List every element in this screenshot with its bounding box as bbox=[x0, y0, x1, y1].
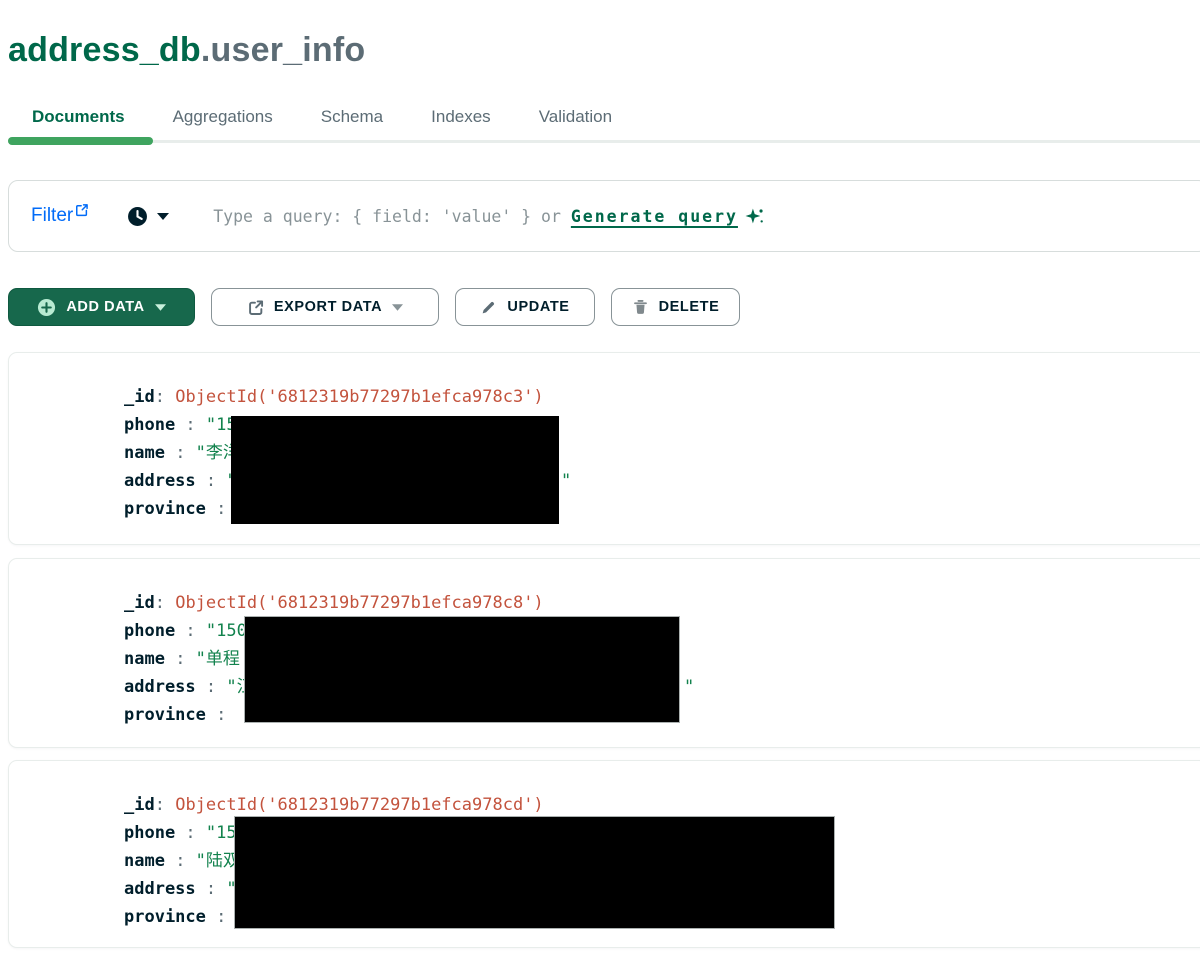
page-title: address_db.user_info bbox=[8, 31, 365, 70]
string-value: "150 bbox=[206, 621, 247, 641]
update-label: UPDATE bbox=[507, 299, 569, 315]
redaction-overlay bbox=[231, 416, 559, 524]
field-key: address bbox=[124, 879, 196, 899]
query-placeholder: Type a query: { field: 'value' } or bbox=[213, 207, 571, 226]
field-row-id: _id: ObjectId('6812319b77297b1efca978c3'… bbox=[124, 383, 1200, 411]
add-data-button[interactable]: ADD DATA bbox=[8, 288, 195, 326]
document-card[interactable]: _id: ObjectId('6812319b77297b1efca978c8'… bbox=[8, 558, 1200, 748]
field-key: phone bbox=[124, 823, 175, 843]
field-row-id: _id: ObjectId('6812319b77297b1efca978c8'… bbox=[124, 589, 1200, 617]
document-card[interactable]: _id: ObjectId('6812319b77297b1efca978cd'… bbox=[8, 760, 1200, 948]
caret-down-icon bbox=[392, 304, 403, 311]
field-key: province bbox=[124, 705, 206, 725]
sparkle-icon bbox=[745, 207, 764, 226]
objectid-value: ObjectId('6812319b77297b1efca978cd') bbox=[175, 795, 543, 815]
field-key: name bbox=[124, 851, 165, 871]
export-data-button[interactable]: EXPORT DATA bbox=[211, 288, 439, 326]
field-key: address bbox=[124, 677, 196, 697]
filter-link-label: Filter bbox=[31, 205, 73, 227]
objectid-value: ObjectId('6812319b77297b1efca978c8') bbox=[175, 593, 543, 613]
caret-down-icon bbox=[155, 304, 166, 311]
query-history-button[interactable] bbox=[127, 206, 169, 227]
field-key: name bbox=[124, 443, 165, 463]
export-icon bbox=[247, 299, 264, 316]
query-input[interactable]: Type a query: { field: 'value' } or Gene… bbox=[213, 207, 764, 226]
export-data-label: EXPORT DATA bbox=[274, 299, 382, 315]
tab-aggregations[interactable]: Aggregations bbox=[149, 107, 297, 127]
field-key: province bbox=[124, 907, 206, 927]
objectid-value: ObjectId('6812319b77297b1efca978c3') bbox=[175, 387, 543, 407]
tab-underline-track bbox=[8, 140, 1200, 143]
add-data-label: ADD DATA bbox=[66, 299, 144, 315]
tab-schema[interactable]: Schema bbox=[297, 107, 407, 127]
field-key: _id bbox=[124, 387, 155, 407]
toolbar: ADD DATA EXPORT DATA UPDATE DELETE bbox=[8, 288, 740, 326]
field-key: phone bbox=[124, 621, 175, 641]
field-row-id: _id: ObjectId('6812319b77297b1efca978cd'… bbox=[124, 791, 1200, 819]
delete-button[interactable]: DELETE bbox=[611, 288, 740, 326]
collection-name: .user_info bbox=[201, 31, 365, 69]
field-key: province bbox=[124, 499, 206, 519]
filter-link[interactable]: Filter bbox=[31, 205, 89, 227]
external-link-icon bbox=[75, 203, 89, 217]
string-value: "单程 bbox=[196, 649, 240, 669]
field-key: _id bbox=[124, 795, 155, 815]
string-value: "15 bbox=[206, 823, 237, 843]
generate-query-link[interactable]: Generate query bbox=[571, 207, 738, 226]
collection-tabs: Documents Aggregations Schema Indexes Va… bbox=[8, 98, 636, 136]
tab-indexes[interactable]: Indexes bbox=[407, 107, 515, 127]
caret-down-icon bbox=[157, 213, 169, 220]
field-key: phone bbox=[124, 415, 175, 435]
plus-circle-icon bbox=[37, 298, 56, 317]
pencil-icon bbox=[480, 299, 497, 316]
field-key: _id bbox=[124, 593, 155, 613]
active-tab-indicator bbox=[8, 137, 153, 145]
redaction-overlay bbox=[244, 616, 680, 723]
tab-validation[interactable]: Validation bbox=[515, 107, 636, 127]
history-clock-icon bbox=[127, 206, 148, 227]
tab-documents[interactable]: Documents bbox=[8, 107, 149, 127]
trash-icon bbox=[632, 299, 649, 316]
field-key: name bbox=[124, 649, 165, 669]
address-value-tail: " bbox=[684, 673, 694, 701]
address-value-tail: " bbox=[561, 467, 571, 495]
query-bar: Filter Type a query: { field: 'value' } … bbox=[8, 180, 1200, 252]
document-card[interactable]: _id: ObjectId('6812319b77297b1efca978c3'… bbox=[8, 352, 1200, 545]
update-button[interactable]: UPDATE bbox=[455, 288, 595, 326]
database-name: address_db bbox=[8, 31, 201, 69]
delete-label: DELETE bbox=[659, 299, 720, 315]
redaction-overlay bbox=[234, 816, 835, 929]
field-key: address bbox=[124, 471, 196, 491]
